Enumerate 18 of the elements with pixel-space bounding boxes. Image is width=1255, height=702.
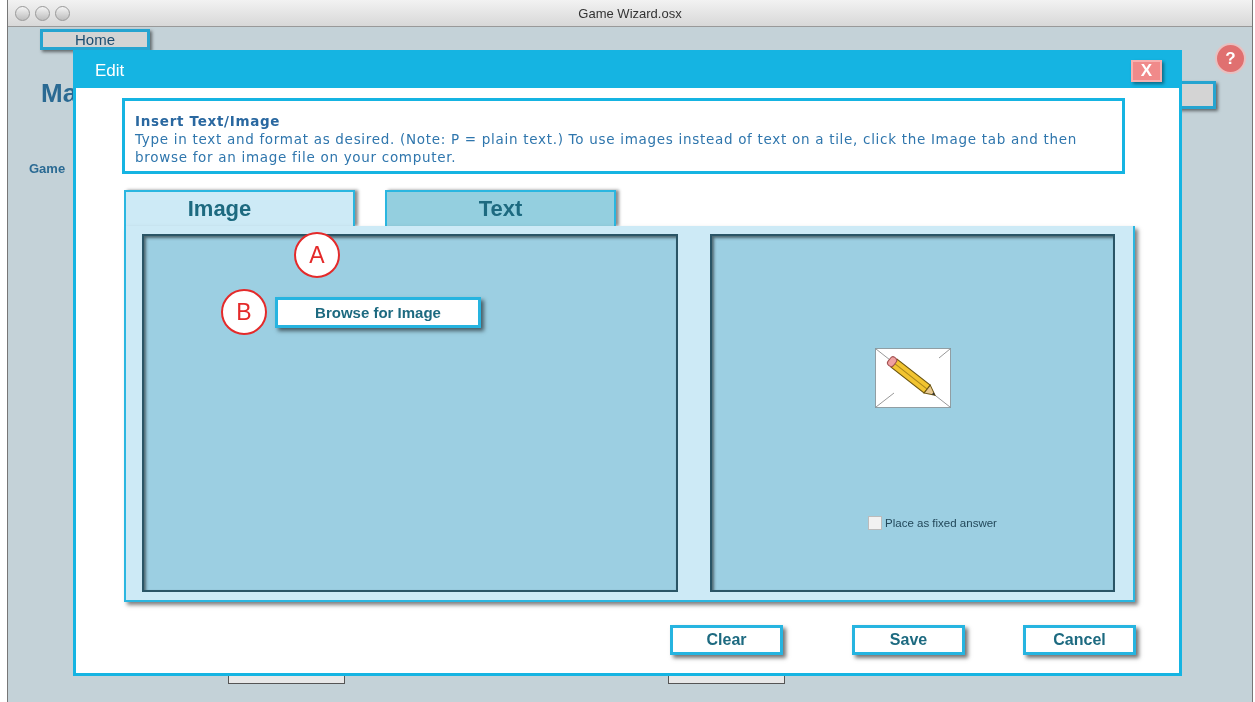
checkbox-label: Place as fixed answer [885,517,997,529]
dialog-button[interactable]: Clear [670,625,783,655]
window-control[interactable] [35,5,50,21]
browse-button[interactable]: Browse for Image [275,297,481,328]
window-control[interactable] [55,5,70,21]
dialog-button[interactable]: Save [852,625,965,655]
window-control[interactable] [15,5,30,21]
tab[interactable]: Image [124,190,355,226]
dialog-button[interactable]: Cancel [1023,625,1136,655]
tab[interactable]: Text [385,190,616,226]
fixed-answer-checkbox[interactable] [868,516,883,530]
info-heading: Insert Text/Image [135,112,282,130]
home-button[interactable]: Home [40,29,150,50]
info-text: Type in text and format as desired. (Note: P = plain text.) To use images instead of text on a tile, click the Image tab and then browse for an image file on your computer. [135,131,1077,165]
game-label: Game [29,161,66,176]
help-button[interactable]: ? [1215,43,1246,74]
window-title: Game Wizard.osx [578,5,682,21]
dialog-title: Edit [95,60,125,81]
